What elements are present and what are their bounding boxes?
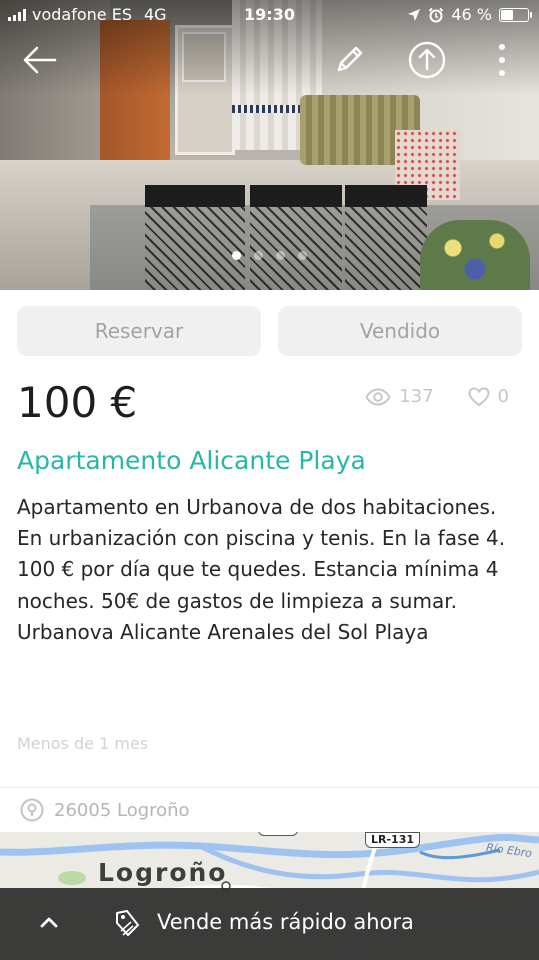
listing-title: Apartamento Alicante Playa	[17, 446, 366, 475]
listing-actions: Reservar Vendido	[17, 306, 522, 356]
gallery-dot[interactable]	[276, 251, 285, 260]
listing-location[interactable]: 26005 Logroño	[20, 797, 190, 823]
photo-chair	[250, 185, 342, 290]
listing-price: 100 €	[17, 378, 138, 427]
listing-date: Menos de 1 mes	[17, 734, 149, 753]
more-vertical-icon	[499, 44, 505, 76]
arrow-left-icon	[23, 46, 57, 74]
heart-icon[interactable]	[468, 386, 490, 407]
gallery-dot[interactable]	[232, 251, 241, 260]
alarm-icon	[429, 7, 444, 22]
location-label: 26005 Logroño	[54, 799, 190, 821]
mark-sold-button[interactable]: Vendido	[278, 306, 522, 356]
map-road-label: LR-131	[365, 832, 421, 848]
reserve-button[interactable]: Reservar	[17, 306, 261, 356]
listing-stats: 137 0	[365, 386, 509, 407]
battery-icon	[499, 7, 532, 22]
map-road-badge	[258, 832, 298, 836]
sell-faster-bar[interactable]: Vende más rápido ahora	[0, 888, 539, 960]
divider	[0, 787, 539, 788]
views-count: 137	[399, 386, 434, 407]
chevron-up-icon[interactable]	[36, 910, 62, 936]
listing-description: Apartamento en Urbanova de dos habitacio…	[17, 495, 506, 644]
gallery-pagination[interactable]	[0, 251, 539, 260]
more-button[interactable]	[480, 38, 524, 82]
sell-faster-label: Vende más rápido ahora	[157, 910, 414, 934]
location-arrow-icon	[408, 8, 421, 21]
photo-chair	[145, 185, 245, 290]
eye-icon	[365, 387, 391, 406]
battery-percent: 46 %	[451, 5, 492, 24]
status-bar: vodafone ES 4G 19:30 46 %	[0, 0, 539, 30]
status-right: 46 %	[407, 5, 532, 24]
map-pin-icon	[20, 798, 44, 822]
gallery-dot[interactable]	[254, 251, 263, 260]
photo-chair	[345, 185, 427, 290]
battery-fill	[501, 9, 513, 20]
gallery-dot[interactable]	[298, 251, 307, 260]
pencil-icon	[337, 46, 363, 72]
likes-count: 0	[497, 386, 509, 407]
listing-photo[interactable]	[0, 0, 539, 290]
edit-button[interactable]	[327, 38, 371, 82]
tag-icon	[116, 910, 139, 936]
map-city-label: Logroño	[98, 858, 228, 887]
back-button[interactable]	[18, 38, 62, 82]
share-icon	[408, 41, 446, 79]
share-button[interactable]	[405, 38, 449, 82]
